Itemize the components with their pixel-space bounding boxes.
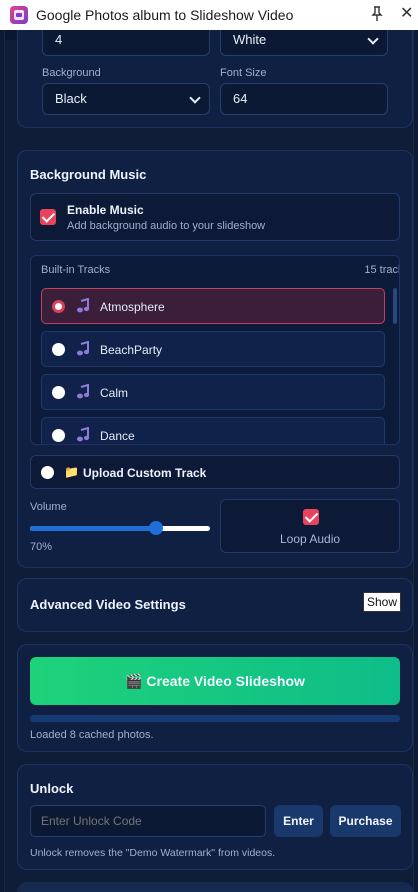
music-note-icon: [77, 427, 90, 442]
advanced-settings-toggle-button[interactable]: Show: [363, 592, 401, 612]
background-label: Background: [42, 67, 101, 79]
volume-value: 70%: [30, 541, 53, 553]
track-name: Calm: [100, 386, 129, 400]
advanced-settings-title: Advanced Video Settings: [30, 597, 186, 612]
unlock-note: Unlock removes the "Demo Watermark" from…: [30, 847, 276, 859]
track-radio[interactable]: [52, 386, 65, 399]
chevron-down-icon: [367, 33, 379, 45]
unlock-card: Unlock Enter Purchase Unlock removes the…: [17, 764, 413, 870]
unlock-title: Unlock: [30, 781, 74, 796]
loop-audio-label: Loop Audio: [279, 532, 341, 546]
purchase-button[interactable]: Purchase: [330, 805, 401, 837]
enable-music-subtext: Add background audio to your slideshow: [67, 220, 266, 232]
progress-bar: [30, 715, 400, 722]
track-item[interactable]: Dance: [41, 417, 385, 444]
music-note-icon: [77, 341, 90, 356]
volume-label: Volume: [30, 501, 67, 513]
enable-music-row[interactable]: Enable Music Add background audio to you…: [30, 193, 400, 241]
music-note-icon: [77, 384, 90, 399]
track-item[interactable]: BeachParty: [41, 331, 385, 367]
advanced-settings-card: Advanced Video Settings Show: [17, 578, 413, 632]
pin-icon[interactable]: [370, 6, 384, 22]
upload-track-row[interactable]: 📁 Upload Custom Track: [30, 455, 400, 489]
upload-track-label: Upload Custom Track: [83, 466, 207, 480]
enable-music-checkbox[interactable]: [40, 209, 56, 225]
text-settings-card: 4 White Background Font Size Black 64: [17, 30, 413, 128]
window-title: Google Photos album to Slideshow Video: [36, 7, 294, 23]
builtin-tracks-label: Built-in Tracks: [41, 264, 111, 276]
status-text: Loaded 8 cached photos.: [30, 729, 154, 741]
track-count: 15 tracks: [364, 264, 399, 276]
close-icon[interactable]: ✕: [400, 5, 413, 23]
loop-audio-toggle[interactable]: Loop Audio: [220, 499, 400, 553]
track-radio[interactable]: [52, 343, 65, 356]
enter-button[interactable]: Enter: [274, 805, 323, 837]
title-bar: Google Photos album to Slideshow Video ✕: [0, 0, 418, 30]
font-size-top-field[interactable]: 4: [42, 30, 210, 56]
enable-music-label: Enable Music: [67, 203, 144, 217]
music-section-title: Background Music: [30, 167, 147, 182]
app-body: 4 White Background Font Size Black 64 Ba…: [0, 30, 418, 892]
music-note-icon: [77, 298, 90, 313]
volume-slider[interactable]: [30, 521, 210, 535]
upload-track-radio[interactable]: [41, 466, 54, 479]
background-select[interactable]: Black: [42, 83, 210, 115]
font-color-select[interactable]: White: [220, 30, 388, 56]
create-video-button[interactable]: 🎬 Create Video Slideshow: [30, 657, 400, 705]
track-item[interactable]: Calm: [41, 374, 385, 410]
chevron-down-icon: [189, 92, 201, 104]
builtin-tracks-panel: Built-in Tracks 15 tracks Atmosphere Beac…: [30, 255, 400, 445]
track-name: Atmosphere: [100, 300, 165, 314]
track-radio[interactable]: [52, 429, 65, 442]
font-size-label: Font Size: [220, 67, 267, 79]
create-card: 🎬 Create Video Slideshow Loaded 8 cached…: [17, 644, 413, 752]
track-list-scrollbar[interactable]: [393, 288, 397, 324]
track-name: Dance: [100, 429, 135, 443]
unlock-code-input[interactable]: [30, 805, 266, 837]
app-icon: [10, 6, 28, 24]
font-size-input[interactable]: 64: [220, 83, 388, 115]
track-radio[interactable]: [52, 300, 65, 313]
scroll-container[interactable]: 4 White Background Font Size Black 64 Ba…: [4, 30, 414, 892]
volume-slider-fill: [30, 526, 156, 531]
track-item[interactable]: Atmosphere: [41, 288, 385, 324]
background-music-card: Background Music Enable Music Add backgr…: [17, 150, 413, 568]
track-name: BeachParty: [100, 343, 163, 357]
create-video-button-label: 🎬 Create Video Slideshow: [125, 673, 305, 689]
volume-slider-thumb[interactable]: [149, 521, 163, 535]
track-list[interactable]: Atmosphere BeachParty Calm Dance: [31, 286, 399, 444]
folder-icon: 📁: [64, 465, 79, 479]
bottom-strip: [17, 882, 413, 892]
loop-audio-checkbox[interactable]: [303, 509, 319, 525]
